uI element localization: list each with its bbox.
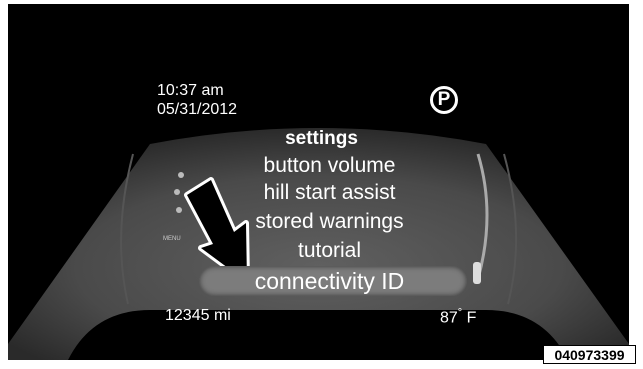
- menu-item-hill-start-assist[interactable]: hill start assist: [8, 181, 629, 205]
- menu-item-stored-warnings[interactable]: stored warnings: [8, 210, 629, 234]
- odometer: 12345 mi: [165, 307, 231, 324]
- clock-time: 10:37 am: [157, 82, 224, 99]
- parking-icon: P: [430, 86, 458, 114]
- temperature-unit: F: [466, 309, 477, 327]
- menu-item-connectivity-id[interactable]: connectivity ID: [8, 268, 629, 295]
- degree-symbol: °: [457, 307, 463, 319]
- clock-date: 05/31/2012: [157, 101, 238, 118]
- figure-id-label: 040973399: [543, 345, 636, 364]
- temperature-value: 87: [440, 309, 458, 327]
- menu-item-button-volume[interactable]: button volume: [8, 154, 629, 178]
- cluster-display: MENU 10:37 am 05/31/2012 P settings butt…: [8, 4, 629, 360]
- menu-title: settings: [285, 128, 358, 149]
- outside-temperature: 87° F: [440, 307, 476, 327]
- menu-item-tutorial[interactable]: tutorial: [8, 239, 629, 263]
